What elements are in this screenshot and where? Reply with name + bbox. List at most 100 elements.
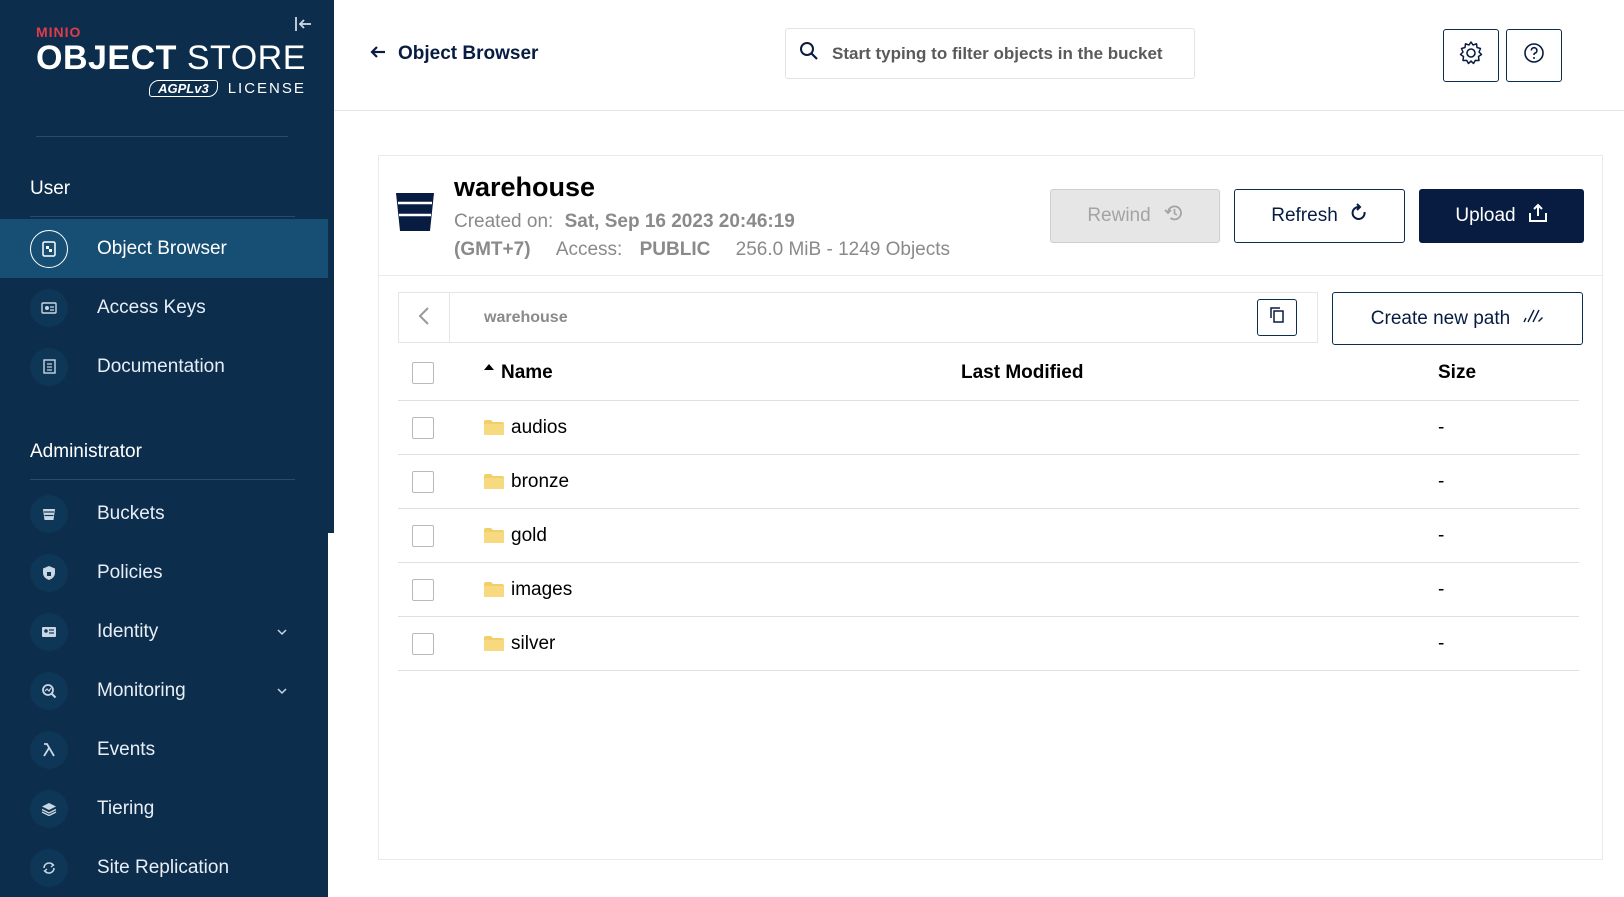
table-row[interactable]: audios - (398, 401, 1579, 455)
sidebar-item-label: Site Replication (97, 856, 230, 878)
chevron-down-icon[interactable] (276, 684, 288, 698)
sidebar-item-tiering[interactable]: Tiering (0, 779, 328, 838)
section-divider (30, 479, 295, 480)
help-icon (1523, 42, 1545, 69)
sort-ascending-icon (483, 360, 495, 374)
breadcrumb-path[interactable]: warehouse (484, 309, 1257, 327)
sidebar-item-label: Identity (97, 620, 159, 642)
logo-license-row: AGPLv3 LICENSE (36, 80, 306, 97)
column-last-modified-header[interactable]: Last Modified (961, 362, 1083, 384)
sidebar-item-label: Buckets (97, 502, 165, 524)
object-name-label: bronze (511, 470, 570, 492)
site-replication-icon (30, 848, 68, 887)
row-checkbox[interactable] (412, 524, 434, 547)
upload-label: Upload (1455, 205, 1516, 226)
select-all-checkbox[interactable] (412, 362, 434, 384)
sidebar-item-documentation[interactable]: Documentation (0, 337, 328, 396)
section-user: User (30, 178, 71, 199)
folder-icon (483, 527, 505, 544)
sidebar-item-events[interactable]: Events (0, 720, 328, 779)
create-new-path-button[interactable]: Create new path (1332, 292, 1583, 345)
folder-icon (483, 473, 505, 490)
rewind-label: Rewind (1087, 205, 1151, 226)
copy-path-button[interactable] (1257, 299, 1297, 336)
breadcrumb: warehouse (398, 292, 1318, 343)
documentation-icon (30, 347, 68, 386)
access-value: PUBLIC (639, 239, 711, 260)
bucket-details: Created on: Sat, Sep 16 2023 20:46:19 (G… (454, 208, 1014, 264)
create-path-label: Create new path (1370, 307, 1511, 329)
table-row[interactable]: images - (398, 563, 1579, 617)
policies-icon (30, 553, 68, 592)
sidebar-item-access-keys[interactable]: Access Keys (0, 278, 328, 337)
sidebar-item-identity[interactable]: Identity (0, 602, 328, 661)
top-bar: Object Browser (334, 0, 1624, 111)
row-checkbox[interactable] (412, 632, 434, 655)
object-name[interactable]: images (483, 579, 572, 601)
logo-object-text: OBJECT (36, 39, 177, 77)
bucket-panel: warehouse Created on: Sat, Sep 16 2023 2… (378, 155, 1603, 860)
table-row[interactable]: silver - (398, 617, 1579, 671)
sidebar-item-label: Documentation (97, 355, 225, 377)
collapse-sidebar-icon[interactable] (293, 14, 315, 36)
sidebar-item-label: Tiering (97, 797, 155, 819)
table-row[interactable]: gold - (398, 509, 1579, 563)
monitoring-icon (30, 671, 68, 710)
sidebar: MINIO OBJECT STORE AGPLv3 LICENSE User O… (0, 0, 334, 897)
new-path-icon (1522, 308, 1544, 330)
refresh-button[interactable]: Refresh (1234, 189, 1405, 243)
column-name-header[interactable]: Name (483, 362, 553, 384)
identity-icon (30, 612, 68, 651)
chevron-left-icon (418, 302, 430, 333)
object-name-label: silver (511, 632, 556, 654)
object-name[interactable]: bronze (483, 471, 569, 493)
row-checkbox[interactable] (412, 416, 434, 439)
upload-button[interactable]: Upload (1419, 189, 1584, 243)
sidebar-item-policies[interactable]: Policies (0, 543, 328, 602)
table-row[interactable]: bronze - (398, 455, 1579, 509)
object-name[interactable]: silver (483, 633, 555, 655)
object-size: - (1438, 524, 1445, 546)
sidebar-item-object-browser[interactable]: Object Browser (0, 219, 328, 278)
object-filter-search (785, 28, 1195, 79)
search-icon (786, 41, 832, 66)
object-name[interactable]: audios (483, 417, 567, 439)
back-to-object-browser[interactable]: Object Browser (370, 42, 538, 65)
minio-logo: MINIO OBJECT STORE AGPLv3 LICENSE (36, 24, 306, 97)
buckets-icon (30, 494, 68, 533)
sidebar-item-label: Access Keys (97, 296, 206, 318)
agpl-badge: AGPLv3 (149, 80, 218, 97)
sidebar-item-monitoring[interactable]: Monitoring (0, 661, 328, 720)
row-checkbox[interactable] (412, 578, 434, 601)
sidebar-item-label: Monitoring (97, 679, 186, 701)
object-name-label: images (511, 578, 573, 600)
help-button[interactable] (1506, 29, 1562, 82)
refresh-icon (1350, 203, 1368, 229)
refresh-label: Refresh (1271, 205, 1338, 226)
objects-table: Name Last Modified Size audios - bronze … (398, 346, 1579, 671)
bucket-usage: 256.0 MiB - 1249 Objects (735, 239, 951, 260)
copy-icon (1269, 306, 1285, 329)
created-timezone: (GMT+7) (454, 239, 531, 260)
column-name-label: Name (501, 362, 553, 383)
sidebar-item-buckets[interactable]: Buckets (0, 484, 328, 543)
logo-license-text: LICENSE (227, 80, 306, 97)
breadcrumb-back-button[interactable] (399, 293, 450, 342)
settings-button[interactable] (1443, 29, 1499, 82)
chevron-down-icon[interactable] (276, 625, 288, 639)
object-size: - (1438, 470, 1445, 492)
rewind-button[interactable]: Rewind (1050, 189, 1220, 243)
column-size-header[interactable]: Size (1438, 362, 1476, 384)
search-input[interactable] (832, 43, 1182, 64)
object-size: - (1438, 578, 1445, 600)
lambda-icon (30, 730, 68, 769)
object-name[interactable]: gold (483, 525, 547, 547)
logo-product-name: OBJECT STORE (36, 40, 306, 76)
gear-icon (1458, 40, 1484, 71)
back-arrow-icon (370, 42, 386, 65)
sidebar-item-site-replication[interactable]: Site Replication (0, 838, 328, 897)
folder-icon (483, 635, 505, 652)
bucket-icon (395, 191, 435, 233)
row-checkbox[interactable] (412, 470, 434, 493)
logo-minio-text: MINIO (36, 24, 82, 40)
